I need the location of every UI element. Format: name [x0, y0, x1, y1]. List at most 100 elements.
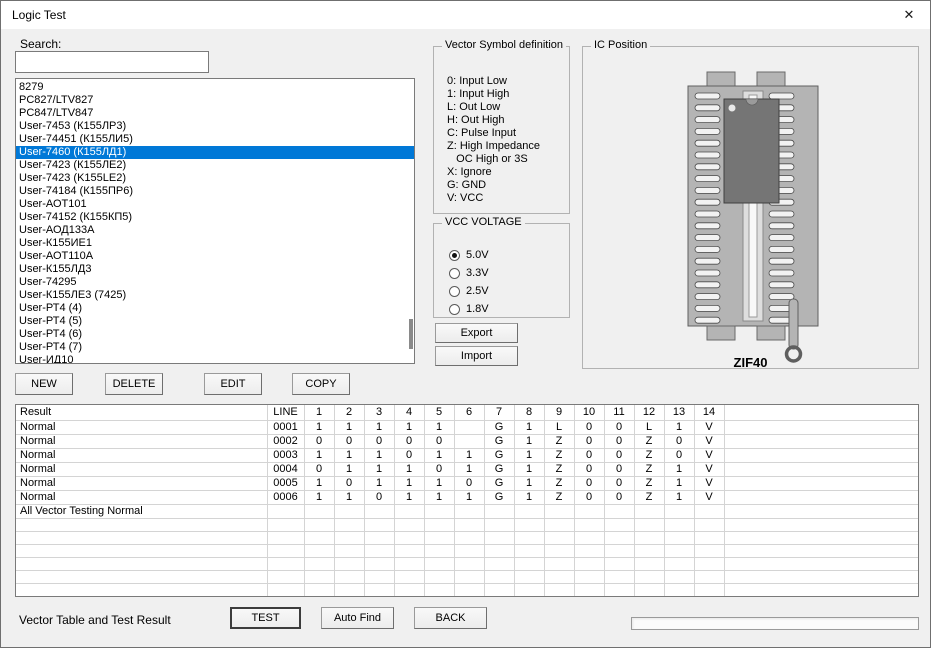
- pin-cell: L: [544, 421, 574, 435]
- chip-list-item[interactable]: User-74451 (К155ЛИ5): [16, 133, 414, 146]
- chip-list-item[interactable]: User-74295: [16, 276, 414, 289]
- result-table-header-cell[interactable]: 10: [574, 405, 604, 421]
- chip-list-item[interactable]: PC827/LTV827: [16, 94, 414, 107]
- pin-cell: 0: [574, 421, 604, 435]
- vcc-option[interactable]: 3.3V: [449, 264, 569, 282]
- vcc-option[interactable]: 1.8V: [449, 300, 569, 318]
- result-table-header-cell[interactable]: 3: [364, 405, 394, 421]
- radio-icon[interactable]: [449, 304, 460, 315]
- pin-cell: G: [484, 491, 514, 505]
- result-table-header-cell[interactable]: 2: [334, 405, 364, 421]
- line-cell: 0004: [267, 463, 304, 477]
- chip-list-item[interactable]: 8279: [16, 81, 414, 94]
- auto-find-button[interactable]: Auto Find: [321, 607, 394, 629]
- delete-button[interactable]: DELETE: [105, 373, 163, 395]
- pin-cell: [664, 519, 694, 532]
- edit-button[interactable]: EDIT: [204, 373, 262, 395]
- chip-list[interactable]: 8279PC827/LTV827PC847/LTV847User-7453 (К…: [15, 78, 415, 364]
- radio-icon[interactable]: [449, 250, 460, 261]
- chip-list-item[interactable]: User-РТ4 (6): [16, 328, 414, 341]
- pin-cell: [424, 519, 454, 532]
- pin-cell: [304, 584, 334, 597]
- chip-list-item[interactable]: User-АОТ110А: [16, 250, 414, 263]
- search-input[interactable]: [15, 51, 209, 73]
- pin-cell: [604, 584, 634, 597]
- vcc-option[interactable]: 2.5V: [449, 282, 569, 300]
- result-table-row: [16, 571, 918, 584]
- result-table: ResultLINE1234567891011121314 Normal0001…: [15, 404, 919, 597]
- chip-list-item[interactable]: User-7423 (K155LE2): [16, 172, 414, 185]
- result-cell: All Vector Testing Normal: [16, 505, 267, 519]
- result-table-header-cell[interactable]: 12: [634, 405, 664, 421]
- zif-socket-graphic: [583, 47, 918, 368]
- back-button[interactable]: BACK: [414, 607, 487, 629]
- pin-cell: 0: [574, 463, 604, 477]
- chip-list-item[interactable]: User-К155ЛД3: [16, 263, 414, 276]
- pin-cell: [664, 571, 694, 584]
- pin-cell: [664, 558, 694, 571]
- chip-list-item[interactable]: User-РТ4 (7): [16, 341, 414, 354]
- result-table-header-cell[interactable]: 8: [514, 405, 544, 421]
- import-button[interactable]: Import: [435, 346, 518, 366]
- test-button[interactable]: TEST: [230, 607, 301, 629]
- chip-list-item[interactable]: PC847/LTV847: [16, 107, 414, 120]
- chip-list-item[interactable]: User-К155ЛЕ3 (7425): [16, 289, 414, 302]
- filler-cell: [724, 558, 918, 571]
- radio-icon[interactable]: [449, 268, 460, 279]
- pin-cell: Z: [634, 435, 664, 449]
- result-table-header-cell[interactable]: 9: [544, 405, 574, 421]
- chip-list-item[interactable]: User-7453 (К155ЛР3): [16, 120, 414, 133]
- pin-cell: [394, 584, 424, 597]
- result-cell: Normal: [16, 477, 267, 491]
- result-table-row: All Vector Testing Normal: [16, 505, 918, 519]
- chip-list-item[interactable]: User-РТ4 (4): [16, 302, 414, 315]
- pin-cell: [304, 558, 334, 571]
- pin-cell: [454, 558, 484, 571]
- pin-cell: [544, 571, 574, 584]
- pin-cell: 1: [364, 421, 394, 435]
- result-table-header-cell[interactable]: 6: [454, 405, 484, 421]
- result-table-header-cell[interactable]: 11: [604, 405, 634, 421]
- result-table-header-cell[interactable]: 13: [664, 405, 694, 421]
- new-button[interactable]: NEW: [15, 373, 73, 395]
- result-table-header-cell[interactable]: LINE: [267, 405, 304, 421]
- pin-cell: 1: [664, 491, 694, 505]
- result-table-header-cell[interactable]: 1: [304, 405, 334, 421]
- result-table-header-cell[interactable]: Result: [16, 405, 267, 421]
- close-icon[interactable]: ✕: [888, 1, 930, 29]
- chip-list-item[interactable]: User-К155ИЕ1: [16, 237, 414, 250]
- chip-list-item[interactable]: User-ИД10: [16, 354, 414, 364]
- chip-list-item[interactable]: User-РТ4 (5): [16, 315, 414, 328]
- copy-button[interactable]: COPY: [292, 373, 350, 395]
- pin-cell: [514, 545, 544, 558]
- pin-cell: [634, 519, 664, 532]
- result-table-header-row: ResultLINE1234567891011121314: [16, 405, 918, 421]
- radio-icon[interactable]: [449, 286, 460, 297]
- pin-cell: [424, 505, 454, 519]
- result-table-header-cell[interactable]: 5: [424, 405, 454, 421]
- chip-list-item[interactable]: User-74152 (К155КП5): [16, 211, 414, 224]
- vcc-option[interactable]: 5.0V: [449, 246, 569, 264]
- pin-cell: [604, 558, 634, 571]
- chip-list-item[interactable]: User-АОТ101: [16, 198, 414, 211]
- chip-list-item[interactable]: User-74184 (К155ПР6): [16, 185, 414, 198]
- pin-cell: 1: [304, 449, 334, 463]
- socket-label: ZIF40: [583, 355, 918, 370]
- pin-cell: [544, 558, 574, 571]
- result-table-header-cell[interactable]: 14: [694, 405, 724, 421]
- pin-cell: [424, 571, 454, 584]
- result-table-header-cell[interactable]: 4: [394, 405, 424, 421]
- result-table-header-cell[interactable]: 7: [484, 405, 514, 421]
- vector-symbol-line: Z: High Impedance: [447, 140, 569, 153]
- chip-list-item[interactable]: User-7460 (К155ЛД1): [16, 146, 414, 159]
- pin-cell: [514, 505, 544, 519]
- chip-list-item[interactable]: User-АОД133А: [16, 224, 414, 237]
- line-cell: [267, 545, 304, 558]
- pin-cell: [694, 519, 724, 532]
- scrollbar-thumb[interactable]: [409, 319, 413, 349]
- export-button[interactable]: Export: [435, 323, 518, 343]
- pin-cell: [304, 545, 334, 558]
- filler-cell: [724, 571, 918, 584]
- result-table-row: [16, 545, 918, 558]
- chip-list-item[interactable]: User-7423 (К155ЛЕ2): [16, 159, 414, 172]
